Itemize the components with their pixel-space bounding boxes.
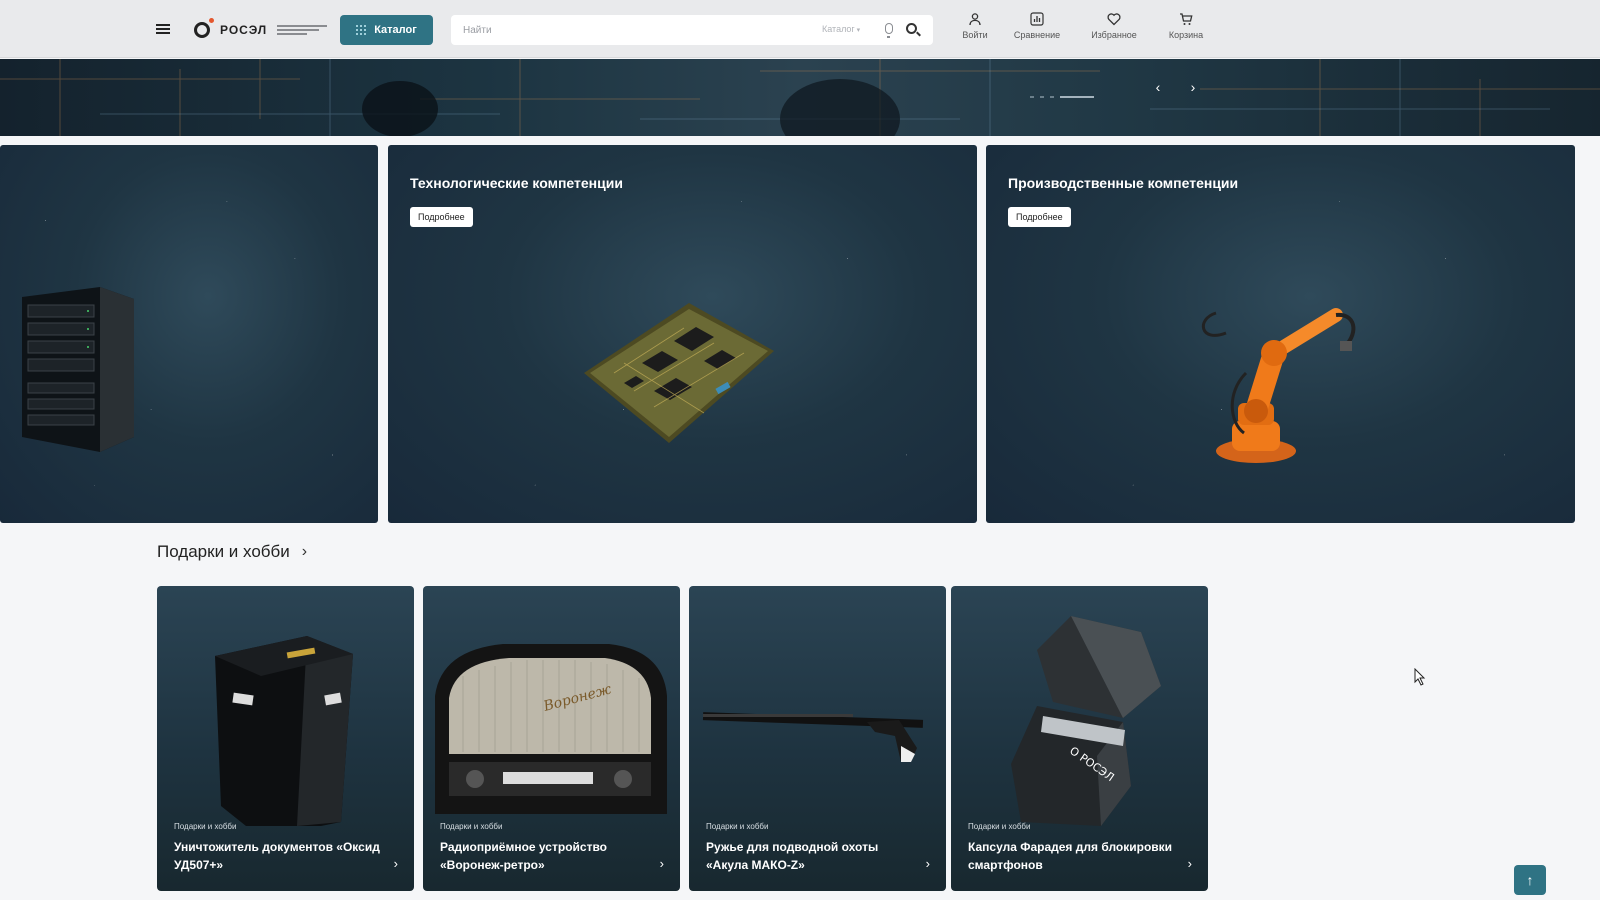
product-card[interactable]: О РОСЭЛ Подарки и хобби Капсула Фарадея … <box>951 586 1208 891</box>
product-card[interactable]: Подарки и хобби Ружье для подводной охот… <box>689 586 946 891</box>
product-name: Капсула Фарадея для блокировки смартфоно… <box>968 840 1173 872</box>
product-category: Подарки и хобби <box>706 822 769 831</box>
chevron-right-icon: › <box>393 856 398 871</box>
banner-prev-button[interactable]: ‹ <box>1150 79 1166 95</box>
speargun-image <box>702 712 924 762</box>
chevron-right-icon: › <box>925 856 930 871</box>
search-bar: Каталог <box>451 15 933 45</box>
competence-card-production[interactable]: Производственные компетенции Подробнее <box>986 145 1575 523</box>
radio-image: Воронеж <box>435 644 667 814</box>
chevron-right-icon: › <box>301 543 308 560</box>
details-button[interactable]: Подробнее <box>410 207 473 227</box>
section-title: Подарки и хобби <box>157 542 290 561</box>
hero-banner[interactable]: ‹ › <box>0 59 1600 136</box>
product-name: Радиоприёмное устройство «Воронеж-ретро» <box>440 840 607 872</box>
competence-title: Технологические компетенции <box>410 175 623 191</box>
logo-tagline <box>277 25 328 35</box>
search-input[interactable] <box>463 22 793 38</box>
compare-button[interactable]: Сравнение <box>1009 12 1065 48</box>
product-category: Подарки и хобби <box>440 822 503 831</box>
product-category: Подарки и хобби <box>968 822 1031 831</box>
favorites-label: Избранное <box>1091 30 1137 40</box>
login-button[interactable]: Войти <box>960 12 990 48</box>
industrial-robot-image <box>1201 308 1356 463</box>
product-name: Уничтожитель документов «Оксид УД507+» <box>174 840 380 872</box>
circuit-board-image <box>584 303 774 443</box>
heart-icon <box>1107 12 1121 26</box>
catalog-button[interactable]: Каталог <box>340 15 433 45</box>
pagination-dot[interactable] <box>1040 96 1044 98</box>
competence-title: Производственные компетенции <box>1008 175 1239 191</box>
pagination-dot[interactable] <box>1030 96 1034 98</box>
compare-label: Сравнение <box>1013 30 1061 40</box>
cart-label: Корзина <box>1168 30 1204 40</box>
login-label: Войти <box>962 30 988 40</box>
catalog-button-label: Каталог <box>374 24 417 36</box>
menu-icon[interactable] <box>156 24 170 34</box>
banner-background-image <box>0 59 1600 136</box>
chevron-right-icon: › <box>1187 856 1192 871</box>
faraday-capsule-image: О РОСЭЛ <box>1011 616 1161 826</box>
product-name: Ружье для подводной охоты «Акула МАКО-Z» <box>706 840 879 872</box>
logo-text: РОСЭЛ <box>220 23 268 37</box>
chevron-right-icon: › <box>659 856 664 871</box>
cart-icon <box>1179 12 1193 26</box>
server-rack-image <box>22 287 134 452</box>
user-icon <box>968 12 982 26</box>
competence-card-technology[interactable]: Технологические компетенции Подробнее <box>388 145 977 523</box>
search-scope-select[interactable]: Каталог <box>822 24 860 34</box>
competence-card-hardware[interactable] <box>0 145 378 523</box>
microphone-icon[interactable] <box>885 23 893 38</box>
favorites-button[interactable]: Избранное <box>1085 12 1143 48</box>
compare-icon <box>1030 12 1044 26</box>
cart-button[interactable]: Корзина <box>1163 12 1209 48</box>
site-header: РОСЭЛ Каталог Каталог Войти Сравнение Из… <box>0 0 1600 58</box>
banner-next-button[interactable]: › <box>1185 79 1201 95</box>
grid-icon <box>356 25 367 35</box>
banner-pagination <box>1030 96 1094 98</box>
product-card[interactable]: Воронеж Подарки и хобби Радиоприёмное ус… <box>423 586 680 891</box>
pagination-dot[interactable] <box>1050 96 1054 98</box>
product-category: Подарки и хобби <box>174 822 237 831</box>
mouse-cursor-icon <box>1414 668 1426 686</box>
site-logo[interactable]: РОСЭЛ <box>194 18 328 42</box>
details-button[interactable]: Подробнее <box>1008 207 1071 227</box>
product-card[interactable]: Подарки и хобби Уничтожитель документов … <box>157 586 414 891</box>
scroll-to-top-button[interactable]: ↑ <box>1514 865 1546 895</box>
logo-mark-icon <box>194 18 214 38</box>
shredder-image <box>215 636 353 826</box>
search-icon[interactable] <box>906 23 917 34</box>
section-gifts-hobby-link[interactable]: Подарки и хобби › <box>157 542 307 562</box>
pagination-dot-active[interactable] <box>1060 96 1094 98</box>
